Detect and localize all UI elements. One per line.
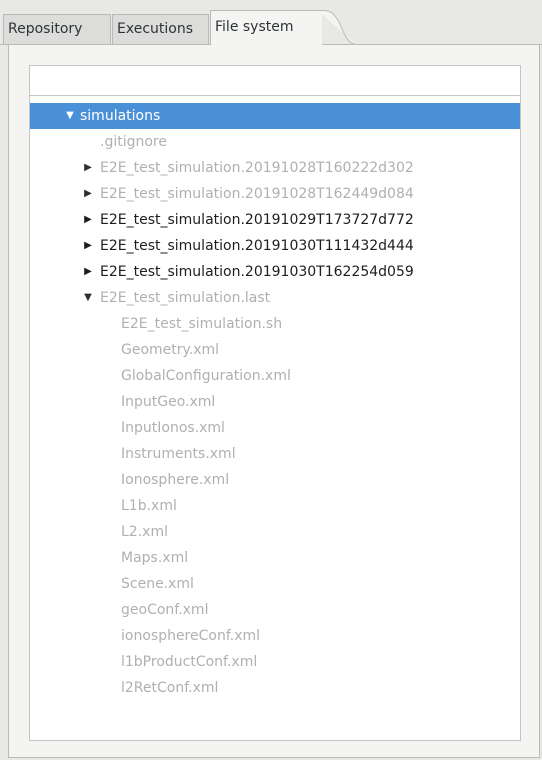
tree-item-label: l2RetConf.xml <box>121 680 219 696</box>
tab-divider-left <box>0 44 210 45</box>
tree-item-label: simulations <box>80 108 161 124</box>
tree-item-label: E2E_test_simulation.20191029T173727d772 <box>100 212 414 228</box>
file-browser-window: Repository Executions File system ▼ simul… <box>0 0 542 760</box>
tree-item-file[interactable]: l1bProductConf.xml <box>30 649 520 675</box>
tree-item-label: E2E_test_simulation.20191030T111432d444 <box>100 238 414 254</box>
tree-item-label: L2.xml <box>121 524 168 540</box>
tree-item-label: E2E_test_simulation.20191030T162254d059 <box>100 264 414 280</box>
tree-item-file[interactable]: L2.xml <box>30 519 520 545</box>
tree-item-file[interactable]: ionosphereConf.xml <box>30 623 520 649</box>
tree-item-label: Geometry.xml <box>121 342 220 358</box>
tree-item-label: L1b.xml <box>121 498 177 514</box>
tree-item-file[interactable]: Geometry.xml <box>30 337 520 363</box>
expand-arrow-right-icon[interactable]: ▶ <box>82 233 94 259</box>
tree-item-file[interactable]: l2RetConf.xml <box>30 675 520 701</box>
tree-item-folder[interactable]: ▶ E2E_test_simulation.20191028T160222d302 <box>30 155 520 181</box>
expand-arrow-right-icon[interactable]: ▶ <box>82 259 94 285</box>
tab-repository[interactable]: Repository <box>3 14 111 44</box>
tree-item-file[interactable]: Instruments.xml <box>30 441 520 467</box>
tree-item-label: Scene.xml <box>121 576 194 592</box>
tab-executions[interactable]: Executions <box>112 14 209 44</box>
tree-item-label: l1bProductConf.xml <box>121 654 258 670</box>
tree-item-label: InputGeo.xml <box>121 394 216 410</box>
tree-item-label: E2E_test_simulation.sh <box>121 316 283 332</box>
tree-item-label: ionosphereConf.xml <box>121 628 261 644</box>
tree-item-label: Ionosphere.xml <box>121 472 230 488</box>
tree-item-label: Instruments.xml <box>121 446 236 462</box>
tree-item-file[interactable]: GlobalConfiguration.xml <box>30 363 520 389</box>
tab-bar: Repository Executions File system <box>0 0 542 46</box>
tree-item-file[interactable]: E2E_test_simulation.sh <box>30 311 520 337</box>
expand-arrow-down-icon[interactable]: ▼ <box>64 103 76 129</box>
tree-item-file[interactable]: L1b.xml <box>30 493 520 519</box>
tree-item-label: E2E_test_simulation.20191028T160222d302 <box>100 160 414 176</box>
tree-item-file[interactable]: Ionosphere.xml <box>30 467 520 493</box>
expand-arrow-down-icon[interactable]: ▼ <box>82 285 94 311</box>
tree-item-folder[interactable]: ▼ E2E_test_simulation.last <box>30 285 520 311</box>
tree-item-file[interactable]: Maps.xml <box>30 545 520 571</box>
expand-arrow-right-icon[interactable]: ▶ <box>82 155 94 181</box>
tab-corner-curve <box>318 10 357 46</box>
tree-item-file[interactable]: InputIonos.xml <box>30 415 520 441</box>
tree-item-file[interactable]: InputGeo.xml <box>30 389 520 415</box>
tab-file-system[interactable]: File system <box>210 10 322 45</box>
file-system-panel: ▼ simulations .gitignore ▶ E2E_test_simulati… <box>8 44 540 758</box>
tree-item-label: InputIonos.xml <box>121 420 225 436</box>
tree-item-file[interactable]: geoConf.xml <box>30 597 520 623</box>
tree-item-file[interactable]: Scene.xml <box>30 571 520 597</box>
tree-item-label: GlobalConfiguration.xml <box>121 368 291 384</box>
tree-item-label: E2E_test_simulation.last <box>100 290 271 306</box>
expand-arrow-right-icon[interactable]: ▶ <box>82 207 94 233</box>
file-tree: ▼ simulations .gitignore ▶ E2E_test_simulati… <box>30 103 520 701</box>
tree-item-label: geoConf.xml <box>121 602 209 618</box>
tree-item-file[interactable]: .gitignore <box>30 129 520 155</box>
tab-divider-right <box>356 44 542 45</box>
tree-item-folder[interactable]: ▶ E2E_test_simulation.20191029T173727d772 <box>30 207 520 233</box>
tree-item-label: .gitignore <box>100 134 167 150</box>
tree-item-folder[interactable]: ▶ E2E_test_simulation.20191030T111432d444 <box>30 233 520 259</box>
tree-item-label: Maps.xml <box>121 550 189 566</box>
tree-item-simulations[interactable]: ▼ simulations <box>30 103 520 129</box>
filter-input[interactable] <box>30 66 520 96</box>
tree-item-label: E2E_test_simulation.20191028T162449d084 <box>100 186 414 202</box>
tree-container: ▼ simulations .gitignore ▶ E2E_test_simulati… <box>29 65 521 741</box>
tree-item-folder[interactable]: ▶ E2E_test_simulation.20191028T162449d084 <box>30 181 520 207</box>
expand-arrow-right-icon[interactable]: ▶ <box>82 181 94 207</box>
tree-item-folder[interactable]: ▶ E2E_test_simulation.20191030T162254d059 <box>30 259 520 285</box>
